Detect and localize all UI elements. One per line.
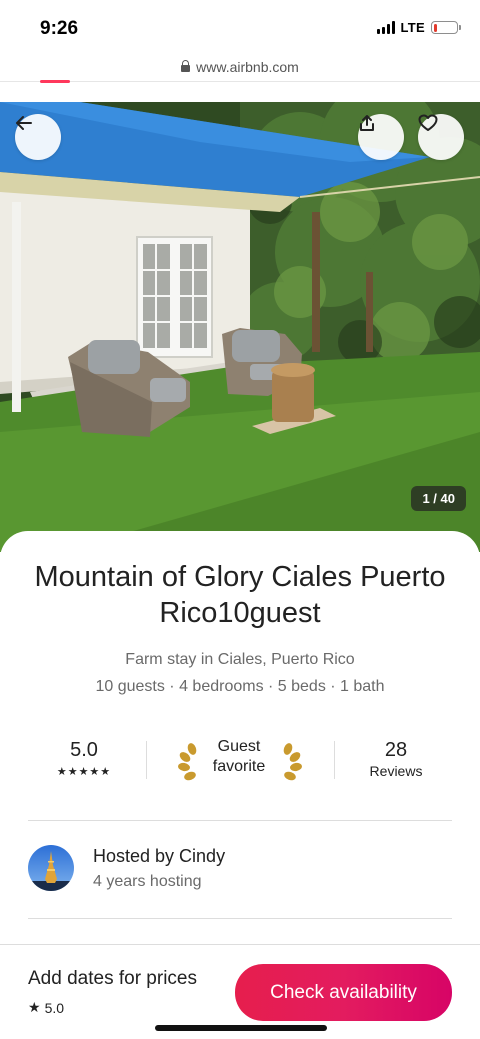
- network-type: LTE: [400, 20, 425, 35]
- rating-value: 5.0: [70, 739, 98, 761]
- reviews-count: 28: [384, 739, 408, 761]
- guest-favorite-badge: Guest favorite: [178, 735, 306, 785]
- home-indicator[interactable]: [155, 1025, 327, 1031]
- reviews-label: Reviews: [369, 763, 423, 779]
- host-section[interactable]: Hosted by Cindy 4 years hosting: [28, 843, 452, 893]
- heart-icon: [418, 114, 438, 131]
- section-divider: [28, 820, 452, 821]
- guest-favorite-label: Guest favorite: [212, 738, 266, 775]
- address-bar[interactable]: www.airbnb.com: [0, 52, 480, 82]
- listing-photo-carousel[interactable]: 1 / 40: [0, 102, 480, 552]
- airbnb-logo-fragment: [40, 80, 70, 83]
- laurel-left-icon: [178, 743, 197, 781]
- listing-photo: [0, 102, 480, 552]
- listing-title: Mountain of Glory Ciales Puerto Rico10gu…: [34, 561, 446, 629]
- signal-icon: [376, 21, 395, 34]
- status-time: 9:26: [40, 18, 79, 39]
- rating-stat: 5.0 ★★★★★: [28, 739, 140, 778]
- star-rating-icon: ★★★★★: [56, 766, 112, 778]
- stat-divider-2: [334, 741, 335, 779]
- arrow-left-icon: [16, 116, 32, 130]
- share-icon: [360, 115, 374, 131]
- back-button[interactable]: [15, 114, 61, 160]
- section-divider-2: [28, 918, 452, 919]
- listing-capacity: 10 guests · 4 bedrooms · 5 beds · 1 bath: [95, 678, 385, 695]
- save-button[interactable]: [418, 114, 464, 160]
- share-button[interactable]: [358, 114, 404, 160]
- host-name: Hosted by Cindy: [93, 846, 226, 866]
- laurel-right-icon: [283, 743, 302, 781]
- host-years: 4 years hosting: [93, 873, 202, 890]
- host-avatar: [28, 845, 74, 891]
- status-bar: 9:26 LTE: [0, 0, 480, 52]
- add-dates-prompt[interactable]: Add dates for prices: [28, 968, 197, 990]
- booking-footer: Add dates for prices ★ 5.0 Check availab…: [0, 944, 480, 1039]
- footer-rating-value: 5.0: [44, 999, 65, 1016]
- star-icon: ★: [28, 999, 41, 1015]
- photo-counter: 1 / 40: [411, 486, 466, 511]
- lock-icon: [181, 59, 191, 73]
- stat-divider: [146, 741, 147, 779]
- footer-rating: ★ 5.0: [28, 999, 64, 1016]
- url-text: www.airbnb.com: [196, 58, 299, 75]
- listing-subtitle: Farm stay in Ciales, Puerto Rico: [125, 651, 355, 668]
- check-availability-button[interactable]: Check availability: [235, 964, 452, 1021]
- battery-level: [433, 23, 437, 32]
- battery-icon: [431, 21, 461, 34]
- listing-stats[interactable]: 5.0 ★★★★★ Guest favorite 28 Reviews: [28, 735, 452, 795]
- status-indicators: LTE: [376, 20, 461, 35]
- reviews-stat[interactable]: 28 Reviews: [340, 739, 452, 779]
